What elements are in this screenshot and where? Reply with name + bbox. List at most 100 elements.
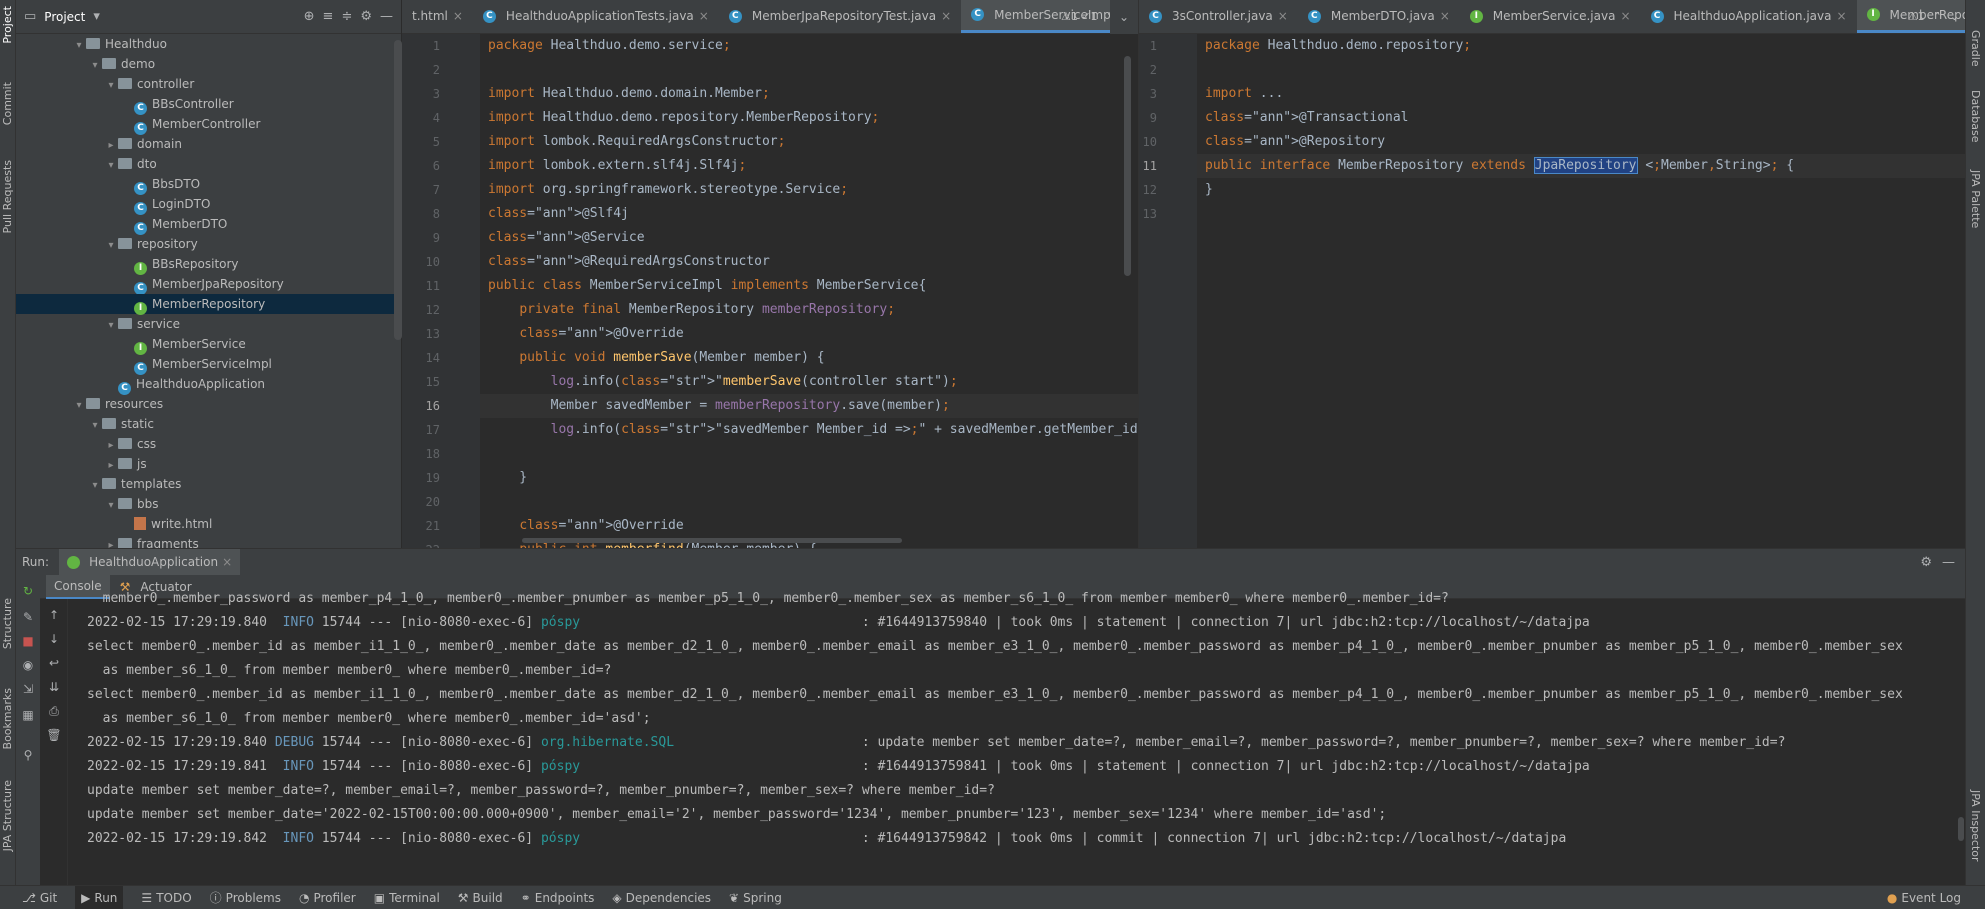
tree-item[interactable]: ▸ js <box>16 454 396 474</box>
expand-arrow-icon[interactable]: ▸ <box>104 456 118 476</box>
build-tool-button[interactable]: ⚒ Build <box>458 891 503 905</box>
profiler-tool-button[interactable]: ◔ Profiler <box>299 891 356 905</box>
close-icon[interactable]: × <box>1278 0 1288 33</box>
code-line[interactable]: class="ann">@RequiredArgsConstructor <box>488 250 770 274</box>
jpa-palette-tool-button[interactable]: JPA Palette <box>1969 170 1982 228</box>
expand-arrow-icon[interactable]: ▾ <box>104 156 118 176</box>
chevron-up-icon[interactable]: ⌃ <box>1933 10 1942 23</box>
database-tool-button[interactable]: Database <box>1969 90 1982 143</box>
code-line[interactable]: import Healthduo.demo.repository.MemberR… <box>488 106 879 130</box>
expand-arrow-icon[interactable]: ▾ <box>72 36 86 56</box>
minimize-icon[interactable]: — <box>1942 555 1955 570</box>
code-area-left[interactable]: package Healthduo.demo.service; import He… <box>480 34 1138 548</box>
camera-icon[interactable]: ◉ <box>20 657 36 673</box>
layout-icon[interactable]: ▦ <box>20 707 36 723</box>
editor-tab[interactable]: C MemberDTO.java × <box>1298 0 1460 33</box>
code-line[interactable]: log.info(class="str">"savedMember Member… <box>488 418 1138 442</box>
code-line[interactable]: class="ann">@Transactional <box>1205 106 1409 130</box>
expand-all-icon[interactable]: ≡ <box>323 9 334 24</box>
tree-item[interactable]: ▾ static <box>16 414 396 434</box>
tab-list-chevron-icon[interactable]: ⌄ <box>1110 0 1138 34</box>
code-line[interactable]: class="ann">@Override <box>488 322 683 346</box>
tree-item[interactable]: C MemberJpaRepository <box>16 274 396 295</box>
arrow-up-icon[interactable]: ↑ <box>46 607 62 623</box>
tree-item[interactable]: ▾ Healthduo <box>16 34 396 54</box>
restore-icon[interactable]: ⇲ <box>20 681 36 697</box>
event-log-button[interactable]: ● Event Log <box>1887 891 1961 905</box>
tree-item[interactable]: write.html <box>16 514 396 534</box>
editor-tab[interactable]: C HealthduoApplication.java × <box>1641 0 1857 33</box>
close-icon[interactable]: × <box>941 0 951 33</box>
code-line[interactable]: import Healthduo.demo.domain.Member; <box>488 82 770 106</box>
tree-item[interactable]: ▾ resources <box>16 394 396 414</box>
code-line[interactable]: } <box>488 466 527 490</box>
tree-item[interactable]: ▾ bbs <box>16 494 396 514</box>
chevron-down-icon[interactable]: ▾ <box>93 9 100 24</box>
gear-icon[interactable]: ⚙ <box>360 9 372 24</box>
code-line[interactable]: class="ann">@Service <box>488 226 645 250</box>
code-area-right[interactable]: package Healthduo.demo.repository; import… <box>1197 34 1965 548</box>
tree-item[interactable]: C BBsController <box>16 94 396 115</box>
expand-arrow-icon[interactable]: ▸ <box>104 136 118 156</box>
project-scrollbar[interactable] <box>394 40 402 340</box>
code-line[interactable]: log.info(class="str">"memberSave(control… <box>488 370 958 394</box>
tree-item[interactable]: C MemberServiceImpl <box>16 354 396 375</box>
expand-arrow-icon[interactable]: ▾ <box>104 76 118 96</box>
expand-arrow-icon[interactable]: ▾ <box>72 396 86 416</box>
code-line[interactable]: Member savedMember = memberRepository.sa… <box>488 394 950 418</box>
expand-arrow-icon[interactable]: ▾ <box>104 496 118 516</box>
close-icon[interactable]: × <box>699 0 709 33</box>
close-icon[interactable]: × <box>1440 0 1450 33</box>
minimize-icon[interactable]: — <box>380 9 393 24</box>
endpoints-tool-button[interactable]: ⚭ Endpoints <box>521 891 595 905</box>
editor-tab[interactable]: I MemberService.java × <box>1460 0 1641 33</box>
jpa-inspector-tool-button[interactable]: JPA Inspector <box>1969 790 1982 862</box>
tree-item[interactable]: ▸ domain <box>16 134 396 154</box>
code-line[interactable]: class="ann">@Override <box>488 514 683 538</box>
horizontal-scrollbar[interactable] <box>522 538 902 543</box>
code-line[interactable]: package Healthduo.demo.service; <box>488 34 731 58</box>
wrench-icon[interactable]: ✎ <box>20 609 36 625</box>
arrow-down-icon[interactable]: ↓ <box>46 631 62 647</box>
tree-item[interactable]: I MemberService <box>16 334 396 355</box>
code-line[interactable]: public void memberSave(Member member) { <box>488 346 824 370</box>
todo-tool-button[interactable]: ☰ TODO <box>141 891 191 905</box>
code-line[interactable]: private final MemberRepository memberRep… <box>488 298 895 322</box>
tree-item[interactable]: ▾ dto <box>16 154 396 174</box>
locate-icon[interactable]: ⊕ <box>304 9 315 24</box>
tree-item[interactable]: ▾ templates <box>16 474 396 494</box>
tree-item[interactable]: C BbsDTO <box>16 174 396 195</box>
tree-item[interactable]: C MemberDTO <box>16 214 396 235</box>
editor-tab[interactable]: C 3sController.java × <box>1139 0 1298 33</box>
terminal-tool-button[interactable]: ▣ Terminal <box>374 891 440 905</box>
editor-scrollbar-left[interactable] <box>1124 56 1131 276</box>
console-scrollbar[interactable] <box>1958 817 1964 841</box>
code-line[interactable]: class="ann">@Slf4j <box>488 202 629 226</box>
close-icon[interactable]: × <box>222 555 232 569</box>
project-tool-button[interactable]: Project <box>1 6 14 44</box>
print-icon[interactable]: ⎙ <box>46 703 62 719</box>
tree-item[interactable]: C HealthduoApplication <box>16 374 396 395</box>
close-icon[interactable]: × <box>453 0 463 33</box>
code-line[interactable]: import org.springframework.stereotype.Se… <box>488 178 848 202</box>
code-line[interactable]: class="ann">@Repository <box>1205 130 1385 154</box>
tree-item[interactable]: ▾ controller <box>16 74 396 94</box>
run-tool-button[interactable]: ▶ Run <box>75 886 124 909</box>
expand-arrow-icon[interactable]: ▾ <box>88 56 102 76</box>
jpa-structure-tool-button[interactable]: JPA Structure <box>1 780 14 851</box>
pull-requests-tool-button[interactable]: Pull Requests <box>1 160 14 233</box>
tree-item[interactable]: ▾ service <box>16 314 396 334</box>
inspection-widget[interactable]: ⚠1 ✓1 <box>1061 10 1098 23</box>
editor-tab[interactable]: C MemberJpaRepositoryTest.java × <box>719 0 961 33</box>
chevron-down-icon[interactable]: ⌄ <box>1950 10 1959 23</box>
collapse-all-icon[interactable]: ≑ <box>341 9 352 24</box>
tree-item[interactable]: I BBsRepository <box>16 254 396 275</box>
tree-item[interactable]: C LoginDTO <box>16 194 396 215</box>
dependencies-tool-button[interactable]: ◈ Dependencies <box>612 891 711 905</box>
expand-arrow-icon[interactable]: ▾ <box>88 476 102 496</box>
tree-item[interactable]: ▾ repository <box>16 234 396 254</box>
rerun-icon[interactable]: ↻ <box>20 583 36 599</box>
run-config-tab[interactable]: HealthduoApplication <box>89 555 218 569</box>
code-line[interactable]: import ... <box>1205 82 1283 106</box>
bookmarks-tool-button[interactable]: Bookmarks <box>1 688 14 749</box>
